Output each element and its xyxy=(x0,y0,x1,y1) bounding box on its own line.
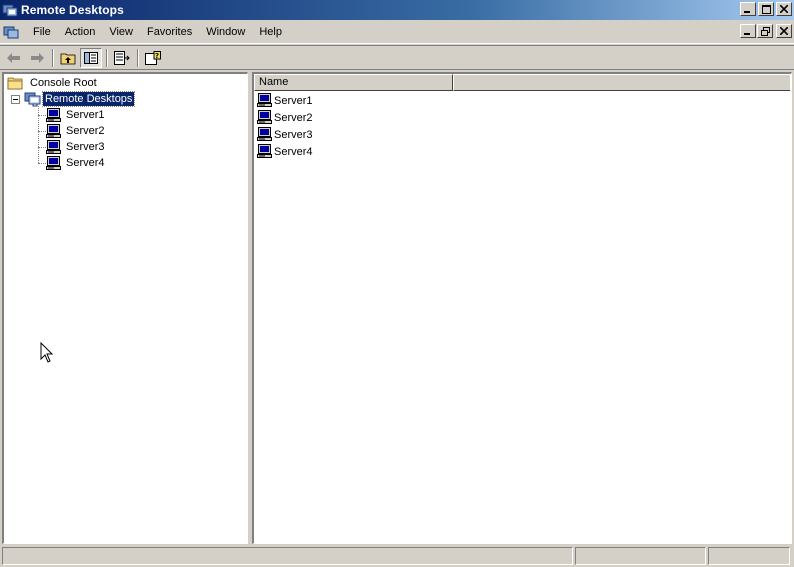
menu-bar: File Action View Favorites Window Help xyxy=(0,21,794,44)
menu-view[interactable]: View xyxy=(102,21,140,44)
tree-item-label: Server4 xyxy=(66,157,105,169)
menu-favorites[interactable]: Favorites xyxy=(140,21,199,44)
status-bar xyxy=(0,545,794,567)
child-minimize-button[interactable] xyxy=(740,24,756,38)
remote-desktops-app-icon xyxy=(2,4,18,17)
computer-icon xyxy=(257,93,272,107)
status-panel-2 xyxy=(575,547,706,565)
tree-item-server[interactable]: Server3 xyxy=(46,139,107,155)
minimize-button[interactable] xyxy=(740,2,756,16)
computer-icon xyxy=(257,127,272,141)
list-item-label: Server4 xyxy=(274,145,313,158)
tree-item-server[interactable]: Server4 xyxy=(46,155,107,171)
back-button[interactable] xyxy=(3,48,25,68)
tree-item-server[interactable]: Server2 xyxy=(46,123,107,139)
tree-item-label: Console Root xyxy=(30,77,97,89)
menu-help[interactable]: Help xyxy=(252,21,289,44)
list-header: Name xyxy=(254,74,790,91)
remote-desktops-icon xyxy=(24,92,41,107)
tree-item-console-root[interactable]: Console Root xyxy=(7,75,99,91)
list-item[interactable]: Server3 xyxy=(257,126,313,143)
svg-text:?: ? xyxy=(155,52,159,60)
title-bar[interactable]: Remote Desktops xyxy=(0,0,794,20)
column-header-name[interactable]: Name xyxy=(254,74,453,91)
folder-icon xyxy=(7,77,23,90)
computer-icon xyxy=(257,110,272,124)
child-close-button[interactable] xyxy=(776,24,792,38)
list-item-label: Server2 xyxy=(274,111,313,124)
column-header-filler xyxy=(453,74,790,91)
close-icon xyxy=(780,5,788,13)
minimize-icon xyxy=(744,33,750,35)
export-list-button[interactable] xyxy=(111,48,133,68)
show-hide-console-tree-button[interactable] xyxy=(80,47,102,68)
forward-arrow-icon xyxy=(31,52,44,63)
computer-icon xyxy=(46,155,61,170)
status-panel-3 xyxy=(708,547,790,565)
minus-icon xyxy=(13,98,18,100)
console-document-icon[interactable] xyxy=(2,23,20,41)
list-item[interactable]: Server2 xyxy=(257,109,313,126)
minimize-icon xyxy=(744,11,750,13)
toolbar: ? xyxy=(0,45,794,70)
back-arrow-icon xyxy=(7,52,20,63)
list-item-label: Server1 xyxy=(274,94,313,107)
toolbar-separator xyxy=(106,48,108,67)
restore-icon xyxy=(760,26,770,36)
mouse-pointer-icon xyxy=(40,342,54,363)
maximize-button[interactable] xyxy=(758,2,774,16)
up-folder-icon xyxy=(60,53,76,64)
close-button[interactable] xyxy=(776,2,792,16)
tree-item-remote-desktops[interactable]: Remote Desktops xyxy=(11,91,136,107)
computer-icon xyxy=(46,139,61,154)
window-title: Remote Desktops xyxy=(21,3,124,17)
list-item[interactable]: Server4 xyxy=(257,143,313,160)
close-icon xyxy=(780,27,788,35)
console-tree-pane[interactable]: Console Root Remote Desktops Server1 Ser… xyxy=(2,72,248,544)
help-icon: ? xyxy=(145,50,161,65)
export-list-icon xyxy=(114,50,130,65)
child-restore-button[interactable] xyxy=(757,24,773,38)
list-item[interactable]: Server1 xyxy=(257,92,313,109)
tree-item-server[interactable]: Server1 xyxy=(46,107,107,123)
menu-file[interactable]: File xyxy=(26,21,58,44)
tree-item-label: Remote Desktops xyxy=(41,91,136,107)
tree-item-label: Server1 xyxy=(66,109,105,121)
list-item-label: Server3 xyxy=(274,128,313,141)
tree-item-label: Server2 xyxy=(66,125,105,137)
computer-icon xyxy=(46,123,61,138)
menu-action[interactable]: Action xyxy=(58,21,103,44)
help-button[interactable]: ? xyxy=(142,48,164,68)
forward-button[interactable] xyxy=(26,48,48,68)
result-list-pane[interactable]: Name Server1 Server2 Server3 Server4 xyxy=(252,72,792,544)
tree-item-label: Server3 xyxy=(66,141,105,153)
maximize-icon xyxy=(761,4,771,14)
status-panel-main xyxy=(2,547,573,565)
toolbar-separator xyxy=(52,48,54,67)
computer-icon xyxy=(257,144,272,158)
menu-window[interactable]: Window xyxy=(199,21,252,44)
up-one-level-button[interactable] xyxy=(57,48,79,68)
collapse-toggle[interactable] xyxy=(11,94,20,104)
toolbar-separator xyxy=(137,48,139,67)
computer-icon xyxy=(46,107,61,122)
show-hide-tree-icon xyxy=(84,51,98,64)
